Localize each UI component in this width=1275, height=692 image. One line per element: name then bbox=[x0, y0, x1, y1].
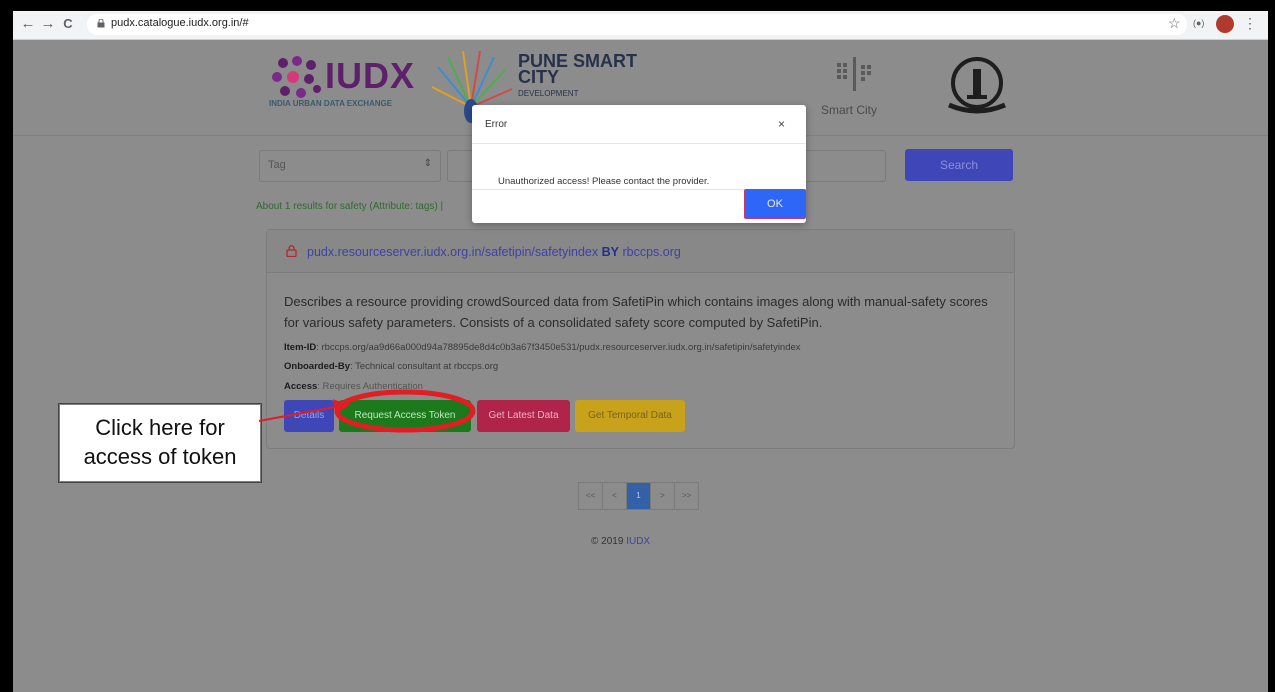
url-text[interactable]: pudx.catalogue.iudx.org.in/# bbox=[111, 17, 249, 29]
resource-provider[interactable]: rbccps.org bbox=[622, 245, 680, 259]
resource-title[interactable]: pudx.resourceserver.iudx.org.in/safetipi… bbox=[307, 245, 681, 259]
annotation-callout: Click here for access of token bbox=[59, 404, 261, 482]
smart-city-mark-icon bbox=[837, 57, 871, 91]
card-header: pudx.resourceserver.iudx.org.in/safetipi… bbox=[267, 230, 1014, 273]
dialog-title: Error bbox=[485, 119, 508, 130]
iudx-logo-text: IUDX bbox=[325, 55, 416, 96]
emblem-icon bbox=[948, 57, 1006, 114]
search-attribute-select[interactable]: Tag ⇕ bbox=[259, 150, 441, 182]
error-dialog: Error × Unauthorized access! Please cont… bbox=[472, 105, 806, 223]
search-button[interactable]: Search bbox=[905, 149, 1013, 181]
resource-by-label: BY bbox=[601, 245, 619, 259]
reload-icon[interactable]: C bbox=[59, 15, 77, 33]
padlock-icon bbox=[286, 245, 297, 257]
get-latest-data-button[interactable]: Get Latest Data bbox=[477, 400, 570, 432]
pune-logo-title: PUNE SMART CITY bbox=[518, 51, 638, 87]
search-input[interactable] bbox=[803, 150, 886, 182]
dialog-message: Unauthorized access! Please contact the … bbox=[498, 176, 710, 187]
resource-url[interactable]: pudx.resourceserver.iudx.org.in/safetipi… bbox=[307, 245, 598, 259]
secure-lock-icon bbox=[97, 19, 105, 28]
ok-button[interactable]: OK bbox=[744, 189, 806, 219]
annotation-line-1: Click here for bbox=[95, 415, 225, 440]
item-id-value: : rbccps.org/aa9d66a000d94a78895de8d4c0b… bbox=[316, 342, 801, 353]
back-icon[interactable]: ← bbox=[19, 15, 37, 33]
iudx-logo: IUDX INDIA URBAN DATA EXCHANGE bbox=[269, 53, 429, 113]
page-1-button[interactable]: 1 bbox=[627, 483, 651, 509]
browser-menu-icon[interactable]: ⋮ bbox=[1243, 15, 1257, 32]
results-summary: About 1 results for safety (Attribute: t… bbox=[256, 201, 444, 212]
browser-toolbar: ← → C pudx.catalogue.iudx.org.in/# ☆ (●)… bbox=[13, 11, 1268, 40]
select-arrow-icon: ⇕ bbox=[423, 158, 432, 169]
footer-iudx-link[interactable]: IUDX bbox=[626, 536, 650, 547]
access-label: Access bbox=[284, 381, 318, 392]
page-first-button[interactable]: << bbox=[579, 483, 603, 509]
screenshot-frame: ← → C pudx.catalogue.iudx.org.in/# ☆ (●)… bbox=[13, 11, 1268, 692]
dialog-header: Error × bbox=[472, 105, 806, 144]
resource-description: Describes a resource providing crowdSour… bbox=[284, 294, 988, 330]
extension-icon[interactable]: (●) bbox=[1193, 18, 1204, 28]
profile-avatar[interactable] bbox=[1216, 15, 1234, 33]
access-row: Access: Requires Authentication bbox=[284, 381, 423, 392]
onboarded-row: Onboarded-By: Technical consultant at rb… bbox=[284, 361, 498, 372]
close-icon[interactable]: × bbox=[778, 117, 785, 131]
pagination: << < 1 > >> bbox=[578, 482, 699, 510]
annotation-line-2: access of token bbox=[83, 444, 237, 469]
page-prev-button[interactable]: < bbox=[603, 483, 627, 509]
onboarded-value: : Technical consultant at rbccps.org bbox=[349, 361, 499, 372]
result-card: pudx.resourceserver.iudx.org.in/safetipi… bbox=[266, 229, 1015, 449]
address-bar[interactable] bbox=[87, 14, 1187, 35]
annotation-text: Click here for access of token bbox=[60, 413, 260, 471]
page-footer: © 2019 IUDX bbox=[591, 536, 650, 547]
iudx-mark-icon bbox=[272, 56, 321, 98]
request-access-token-button[interactable]: Request Access Token bbox=[339, 400, 471, 432]
onboarded-label: Onboarded-By bbox=[284, 361, 350, 372]
smart-city-logo-text: Smart City bbox=[821, 103, 878, 117]
forward-icon[interactable]: → bbox=[39, 15, 57, 33]
page-next-button[interactable]: > bbox=[651, 483, 675, 509]
footer-copyright: © 2019 bbox=[591, 536, 624, 547]
get-temporal-data-button[interactable]: Get Temporal Data bbox=[575, 400, 685, 432]
item-id-label: Item-ID bbox=[284, 342, 317, 353]
page-last-button[interactable]: >> bbox=[675, 483, 698, 509]
item-id-row: Item-ID: rbccps.org/aa9d66a000d94a78895d… bbox=[284, 342, 801, 353]
pune-logo-subtitle: DEVELOPMENT bbox=[518, 89, 579, 98]
tag-select-label: Tag bbox=[268, 159, 286, 171]
smart-city-logo: Smart City bbox=[821, 55, 891, 127]
iudx-logo-subtitle: INDIA URBAN DATA EXCHANGE bbox=[269, 99, 393, 108]
bookmark-star-icon[interactable]: ☆ bbox=[1168, 15, 1181, 32]
access-value: : Requires Authentication bbox=[317, 381, 423, 392]
details-button[interactable]: Details bbox=[284, 400, 334, 432]
iisc-emblem-logo bbox=[943, 55, 1011, 121]
